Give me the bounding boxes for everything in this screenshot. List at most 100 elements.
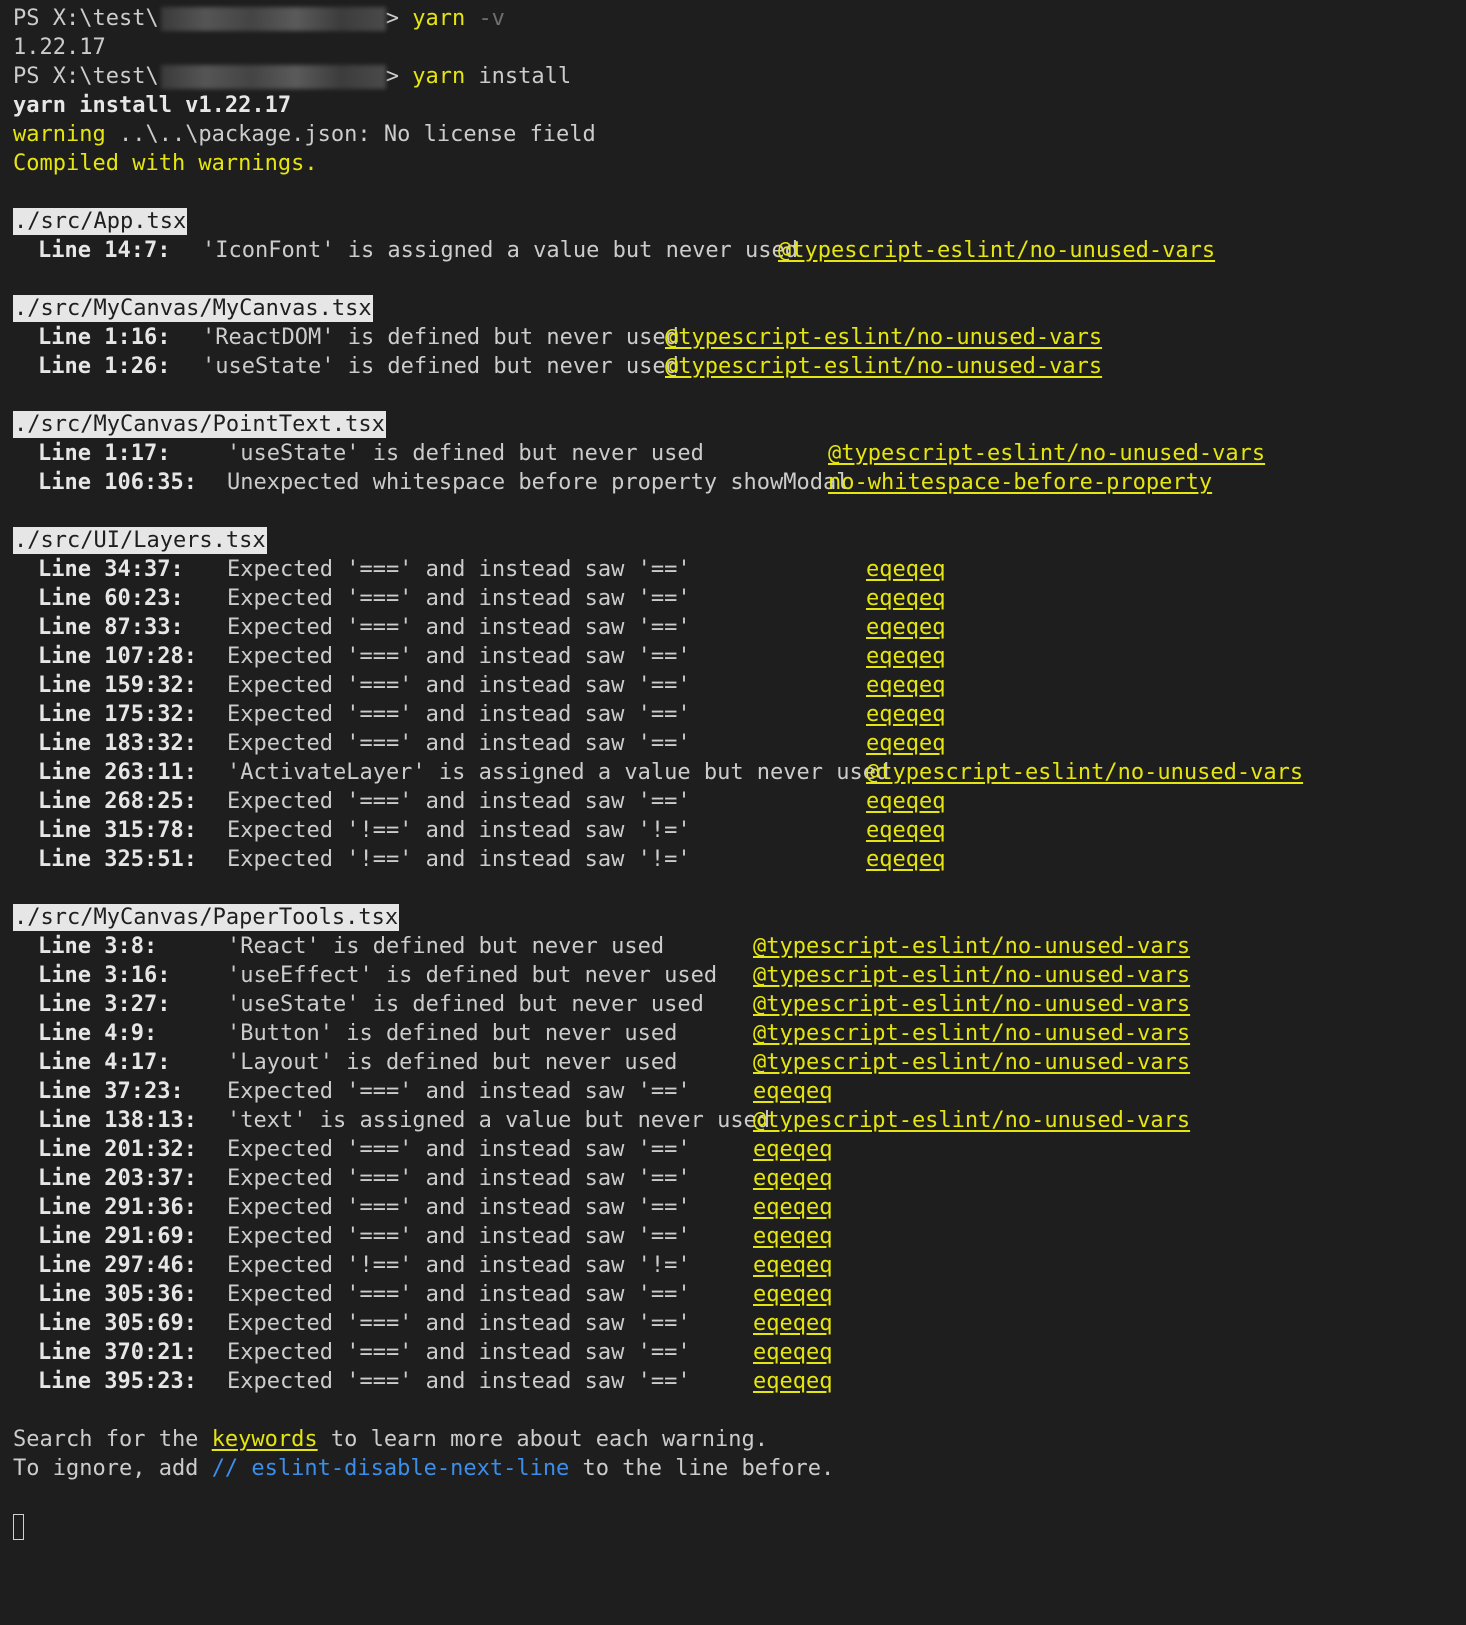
eslint-rule-link[interactable]: eqeqeq [866, 613, 945, 642]
warning-location: Line 291:36: [38, 1195, 197, 1220]
eslint-rule-link[interactable]: eqeqeq [866, 845, 945, 874]
eslint-rule-link[interactable]: @typescript-eslint/no-unused-vars [753, 990, 1190, 1019]
footer-text: to learn more about each warning. [317, 1427, 768, 1452]
warning-message: 'React' is defined but never used [227, 934, 665, 959]
eslint-rule-link[interactable]: eqeqeq [866, 584, 945, 613]
warning-message: Expected '===' and instead saw '==' [227, 702, 691, 727]
eslint-rule-link[interactable]: @typescript-eslint/no-unused-vars [828, 439, 1265, 468]
command-name: yarn [412, 6, 466, 31]
warning-row: Line 305:36: Expected '===' and instead s… [13, 1280, 1466, 1309]
warning-row: Line 305:69: Expected '===' and instead s… [13, 1309, 1466, 1338]
warning-location: Line 4:17: [38, 1050, 171, 1075]
eslint-rule-link[interactable]: @typescript-eslint/no-unused-vars [778, 236, 1215, 265]
prompt-prefix: PS X:\test\ [13, 6, 159, 31]
warning-row: Line 3:16: 'useEffect' is defined but nev… [13, 961, 1466, 990]
warning-location: Line 106:35: [38, 470, 197, 495]
warning-row: Line 14:7: 'IconFont' is assigned a value… [13, 236, 1466, 265]
eslint-rule-link[interactable]: eqeqeq [753, 1222, 832, 1251]
eslint-rule-link[interactable]: @typescript-eslint/no-unused-vars [753, 961, 1190, 990]
warning-message: Expected '===' and instead saw '==' [227, 1166, 691, 1191]
eslint-disable-code: // eslint-disable-next-line [211, 1456, 570, 1481]
file-path: ./src/UI/Layers.tsx [13, 527, 267, 554]
warning-location: Line 203:37: [38, 1166, 197, 1191]
warning-message: Expected '===' and instead saw '==' [227, 1137, 691, 1162]
warning-message: Expected '===' and instead saw '==' [227, 557, 691, 582]
warning-row: Line 268:25: Expected '===' and instead s… [13, 787, 1466, 816]
warning-location: Line 87:33: [38, 615, 184, 640]
warning-row: Line 297:46: Expected '!==' and instead s… [13, 1251, 1466, 1280]
warning-message: 'IconFont' is assigned a value but never… [202, 238, 799, 263]
eslint-rule-link[interactable]: @typescript-eslint/no-unused-vars [665, 323, 1102, 352]
warning-message: Expected '===' and instead saw '==' [227, 1340, 691, 1365]
warning-row: Line 107:28: Expected '===' and instead s… [13, 642, 1466, 671]
warning-location: Line 4:9: [38, 1021, 158, 1046]
eslint-rule-link[interactable]: eqeqeq [866, 642, 945, 671]
file-path: ./src/App.tsx [13, 208, 188, 235]
warning-row: Line 37:23: Expected '===' and instead sa… [13, 1077, 1466, 1106]
eslint-rule-link[interactable]: eqeqeq [753, 1077, 832, 1106]
version-output: 1.22.17 [13, 35, 106, 60]
footer-text: Search for the [13, 1427, 212, 1452]
eslint-rule-link[interactable]: eqeqeq [866, 729, 945, 758]
warning-location: Line 183:32: [38, 731, 197, 756]
terminal-output[interactable]: PS X:\test\ > yarn -v 1.22.17 PS X:\test\… [0, 0, 1466, 1541]
eslint-rule-link[interactable]: @typescript-eslint/no-unused-vars [753, 932, 1190, 961]
eslint-rule-link[interactable]: @typescript-eslint/no-unused-vars [665, 352, 1102, 381]
eslint-rule-link[interactable]: eqeqeq [753, 1280, 832, 1309]
warning-message: Expected '!==' and instead saw '!=' [227, 847, 691, 872]
file-section-header: ./src/MyCanvas/MyCanvas.tsx [13, 294, 1466, 323]
eslint-rule-link[interactable]: eqeqeq [866, 555, 945, 584]
warning-row: Line 1:26: 'useState' is defined but neve… [13, 352, 1466, 381]
warning-message: 'useEffect' is defined but never used [227, 963, 718, 988]
warning-row: Line 203:37: Expected '===' and instead s… [13, 1164, 1466, 1193]
warning-message: 'ActivateLayer' is assigned a value but … [227, 760, 890, 785]
warning-message: Expected '===' and instead saw '==' [227, 789, 691, 814]
eslint-rule-link[interactable]: @typescript-eslint/no-unused-vars [753, 1106, 1190, 1135]
warning-message: Expected '===' and instead saw '==' [227, 731, 691, 756]
warning-message: 'ReactDOM' is defined but never used [202, 325, 679, 350]
eslint-rule-link[interactable]: eqeqeq [753, 1309, 832, 1338]
warning-message: Expected '===' and instead saw '==' [227, 1311, 691, 1336]
eslint-rule-link[interactable]: eqeqeq [753, 1135, 832, 1164]
warning-message: Expected '===' and instead saw '==' [227, 615, 691, 640]
file-section-header: ./src/MyCanvas/PaperTools.tsx [13, 903, 1466, 932]
eslint-rule-link[interactable]: eqeqeq [753, 1367, 832, 1396]
eslint-rule-link[interactable]: eqeqeq [866, 816, 945, 845]
warning-row: Line 34:37: Expected '===' and instead sa… [13, 555, 1466, 584]
warning-message: 'useState' is defined but never used [227, 992, 704, 1017]
eslint-rule-link[interactable]: eqeqeq [753, 1338, 832, 1367]
eslint-rule-link[interactable]: eqeqeq [753, 1251, 832, 1280]
eslint-rule-link[interactable]: @typescript-eslint/no-unused-vars [753, 1048, 1190, 1077]
prompt-arrow: > [385, 64, 399, 89]
eslint-rule-link[interactable]: eqeqeq [753, 1164, 832, 1193]
footer-text: to the line before. [569, 1456, 835, 1481]
warning-row: Line 60:23: Expected '===' and instead sa… [13, 584, 1466, 613]
eslint-rule-link[interactable]: @typescript-eslint/no-unused-vars [866, 758, 1303, 787]
keywords-link[interactable]: keywords [212, 1427, 318, 1452]
prompt-line: PS X:\test\ > yarn install [13, 62, 1466, 91]
eslint-rule-link[interactable]: eqeqeq [866, 700, 945, 729]
file-path: ./src/MyCanvas/PaperTools.tsx [13, 904, 400, 931]
warning-location: Line 305:36: [38, 1282, 197, 1307]
eslint-rule-link[interactable]: no-whitespace-before-property [828, 468, 1212, 497]
eslint-rule-link[interactable]: @typescript-eslint/no-unused-vars [753, 1019, 1190, 1048]
warning-row: Line 183:32: Expected '===' and instead s… [13, 729, 1466, 758]
warning-message: 'text' is assigned a value but never use… [227, 1108, 771, 1133]
warning-location: Line 3:8: [38, 934, 158, 959]
warning-message: Expected '===' and instead saw '==' [227, 673, 691, 698]
warning-message: Expected '===' and instead saw '==' [227, 1369, 691, 1394]
eslint-rule-link[interactable]: eqeqeq [753, 1193, 832, 1222]
warning-row: Line 4:9: 'Button' is defined but never u… [13, 1019, 1466, 1048]
warning-row: Line 315:78: Expected '!==' and instead s… [13, 816, 1466, 845]
warning-location: Line 159:32: [38, 673, 197, 698]
eslint-rule-link[interactable]: eqeqeq [866, 671, 945, 700]
warning-row: Line 291:36: Expected '===' and instead s… [13, 1193, 1466, 1222]
warning-location: Line 1:26: [38, 354, 171, 379]
warning-location: Line 34:37: [38, 557, 184, 582]
eslint-rule-link[interactable]: eqeqeq [866, 787, 945, 816]
warning-row: Line 138:13: 'text' is assigned a value b… [13, 1106, 1466, 1135]
warning-location: Line 14:7: [38, 238, 171, 263]
